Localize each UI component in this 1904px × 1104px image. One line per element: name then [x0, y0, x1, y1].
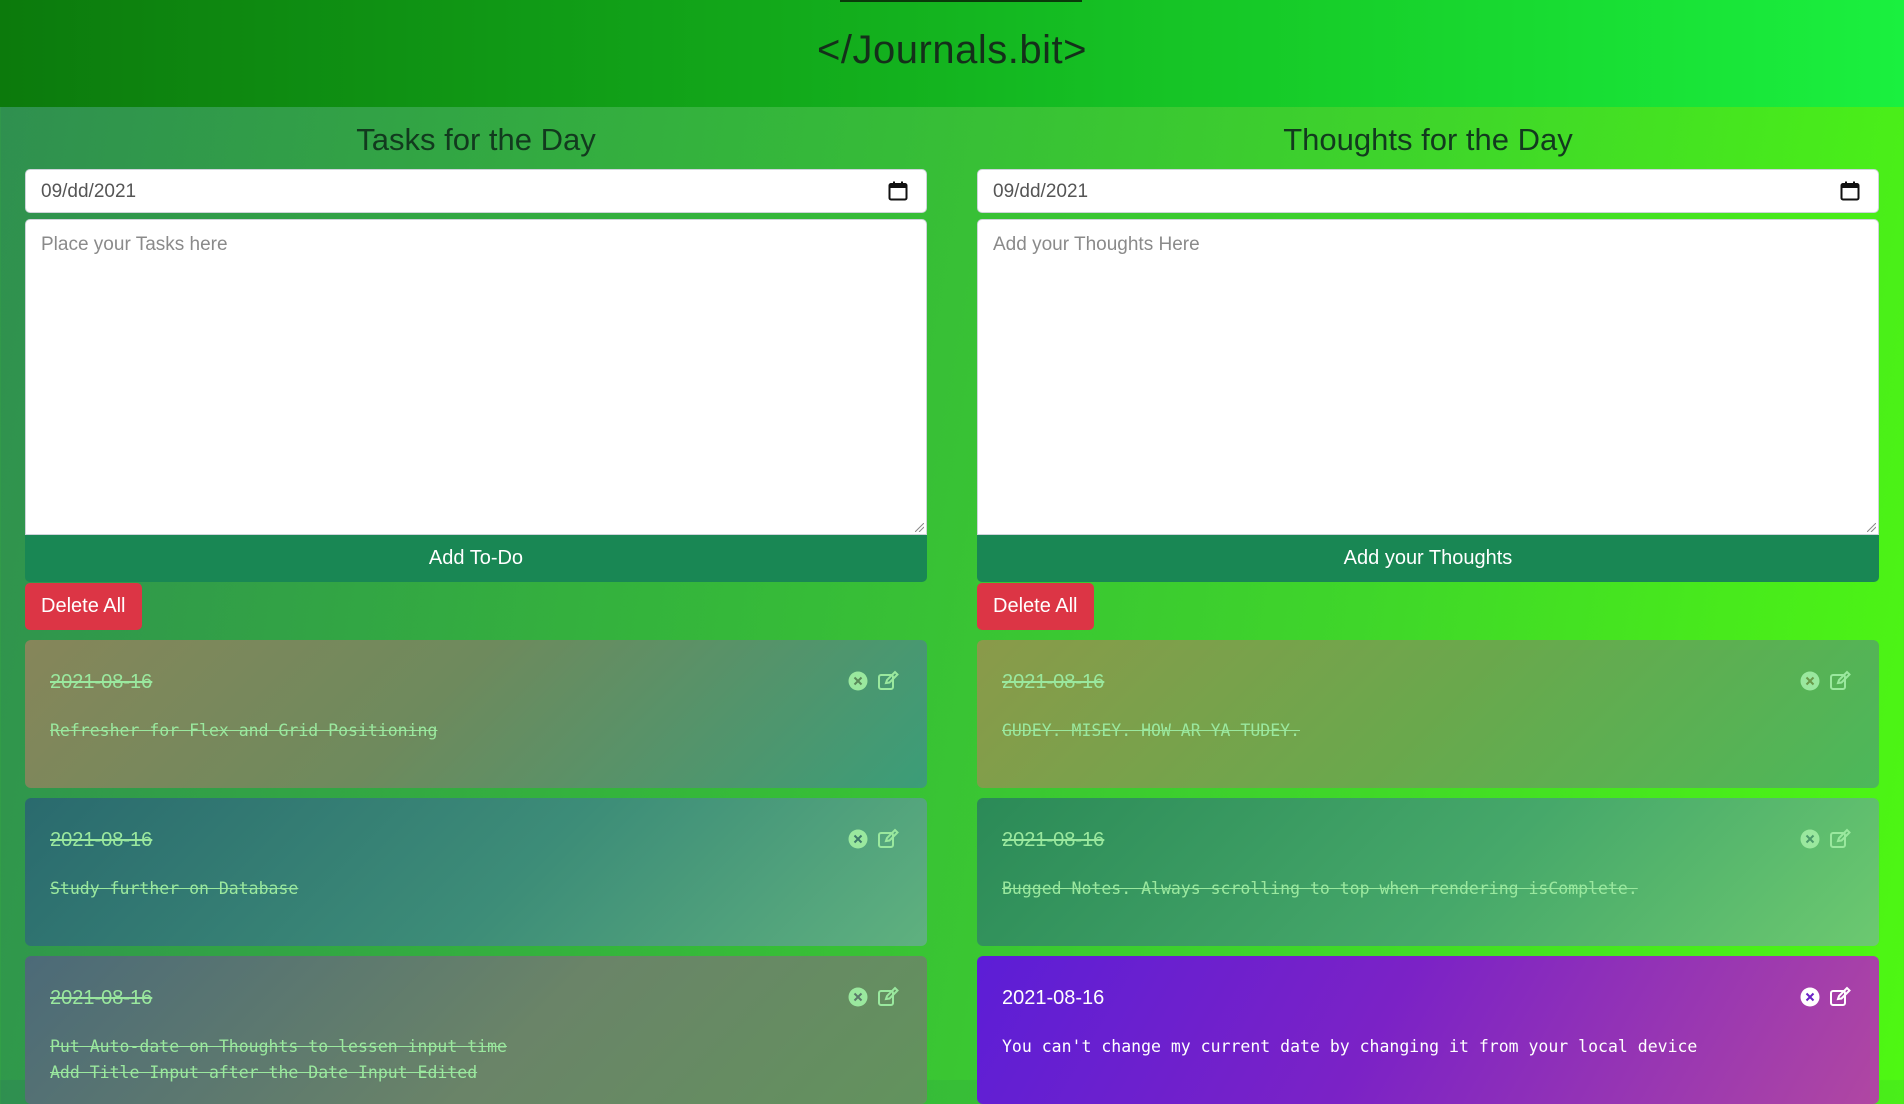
- tasks-date-input[interactable]: 09/dd/2021: [25, 169, 927, 213]
- thoughts-date-input[interactable]: 09/dd/2021: [977, 169, 1879, 213]
- task-card-date: 2021-08-16: [50, 829, 153, 851]
- thought-card-date: 2021-08-16: [1002, 671, 1105, 693]
- close-circle-icon[interactable]: [847, 828, 869, 850]
- app-header: </Journals.bit>: [0, 0, 1904, 107]
- edit-icon[interactable]: [1829, 828, 1851, 850]
- tasks-textarea-placeholder: Place your Tasks here: [41, 234, 228, 255]
- thoughts-delete-all-button[interactable]: Delete All: [977, 583, 1094, 630]
- task-card: 2021-08-16 Put Auto-date on Thoughts to …: [25, 956, 927, 1104]
- task-card-date: 2021-08-16: [50, 987, 153, 1009]
- tasks-heading: Tasks for the Day: [356, 122, 596, 157]
- calendar-icon[interactable]: [1840, 181, 1860, 201]
- task-card-text[interactable]: Study further on Database: [50, 876, 298, 902]
- thoughts-heading: Thoughts for the Day: [1283, 122, 1573, 157]
- task-card: 2021-08-16 Study further on Database: [25, 798, 927, 946]
- add-todo-button[interactable]: Add To-Do: [25, 535, 927, 582]
- thoughts-date-value: 09/dd/2021: [993, 181, 1089, 202]
- task-card: 2021-08-16 Refresher for Flex and Grid P…: [25, 640, 927, 788]
- close-circle-icon[interactable]: [847, 670, 869, 692]
- edit-icon[interactable]: [1829, 670, 1851, 692]
- thought-card-date: 2021-08-16: [1002, 829, 1105, 851]
- tasks-column: Tasks for the Day 09/dd/2021 Place your …: [25, 107, 927, 1104]
- thought-card-date: 2021-08-16: [1002, 987, 1105, 1009]
- calendar-icon[interactable]: [888, 181, 908, 201]
- thoughts-column: Thoughts for the Day 09/dd/2021 Add your…: [977, 107, 1879, 1104]
- thoughts-textarea-placeholder: Add your Thoughts Here: [993, 234, 1200, 255]
- header-decoration: [840, 0, 1082, 2]
- tasks-textarea[interactable]: Place your Tasks here: [25, 219, 927, 535]
- add-thoughts-button[interactable]: Add your Thoughts: [977, 535, 1879, 582]
- app-title: </Journals.bit>: [817, 28, 1087, 72]
- close-circle-icon[interactable]: [1799, 986, 1821, 1008]
- edit-icon[interactable]: [1829, 986, 1851, 1008]
- thoughts-textarea[interactable]: Add your Thoughts Here: [977, 219, 1879, 535]
- thought-card: 2021-08-16 GUDEY. MISEY. HOW AR YA TUDEY…: [977, 640, 1879, 788]
- edit-icon[interactable]: [877, 670, 899, 692]
- edit-icon[interactable]: [877, 986, 899, 1008]
- tasks-date-value: 09/dd/2021: [41, 181, 137, 202]
- edit-icon[interactable]: [877, 828, 899, 850]
- tasks-delete-all-button[interactable]: Delete All: [25, 583, 142, 630]
- close-circle-icon[interactable]: [1799, 828, 1821, 850]
- task-card-text[interactable]: Refresher for Flex and Grid Positioning: [50, 718, 437, 744]
- thought-card-text[interactable]: You can't change my current date by chan…: [1002, 1034, 1697, 1060]
- thought-card: 2021-08-16 You can't change my current d…: [977, 956, 1879, 1104]
- resize-grip-icon[interactable]: [1867, 523, 1876, 532]
- close-circle-icon[interactable]: [847, 986, 869, 1008]
- thought-card-text[interactable]: GUDEY. MISEY. HOW AR YA TUDEY.: [1002, 718, 1300, 744]
- task-card-text[interactable]: Put Auto-date on Thoughts to lessen inpu…: [50, 1034, 507, 1086]
- thought-card: 2021-08-16 Bugged Notes. Always scrollin…: [977, 798, 1879, 946]
- close-circle-icon[interactable]: [1799, 670, 1821, 692]
- task-card-date: 2021-08-16: [50, 671, 153, 693]
- resize-grip-icon[interactable]: [915, 523, 924, 532]
- thought-card-text[interactable]: Bugged Notes. Always scrolling to top wh…: [1002, 876, 1638, 902]
